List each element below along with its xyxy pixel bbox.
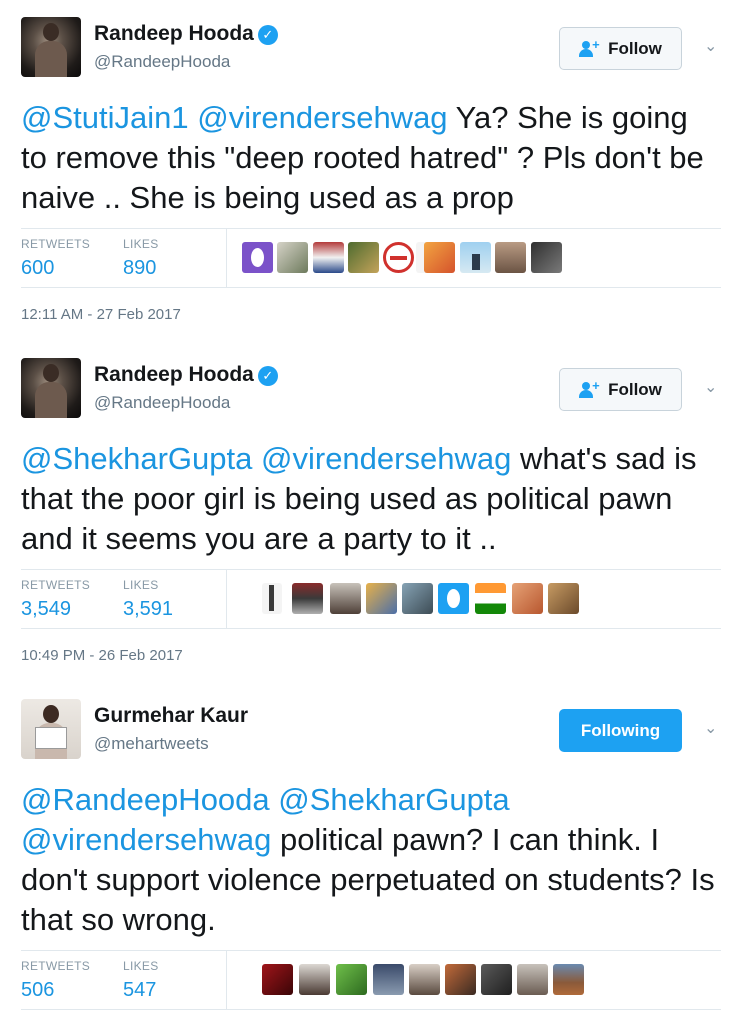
liker-avatar[interactable] [313, 242, 344, 273]
liker-avatar[interactable] [292, 583, 323, 614]
retweets-stat[interactable]: RETWEETS 3,549 [21, 578, 90, 621]
tweet-stats: RETWEETS 600 LIKES 890 [21, 228, 721, 288]
liker-avatar[interactable] [553, 964, 584, 995]
tweet-header: Gurmehar Kaur @mehartweets Following ⌄ [0, 699, 742, 777]
add-person-icon: + [579, 379, 601, 398]
chevron-down-icon[interactable]: ⌄ [704, 380, 720, 396]
liker-avatar[interactable] [424, 242, 455, 273]
retweets-count: 506 [21, 979, 55, 1001]
avatar[interactable] [21, 17, 81, 77]
liker-avatar[interactable] [438, 583, 469, 614]
chevron-down-icon[interactable]: ⌄ [704, 39, 720, 55]
tweet-text: @ShekharGupta @virendersehwag what's sad… [21, 439, 721, 559]
tweet-text: @RandeepHooda @ShekharGupta @virenderseh… [21, 780, 721, 940]
retweets-label: RETWEETS [21, 237, 91, 251]
follow-button[interactable]: + Follow [559, 368, 682, 411]
author-name[interactable]: Gurmehar Kaur [94, 704, 248, 728]
avatar-body-shape [35, 382, 67, 418]
retweets-count: 3,549 [21, 598, 72, 620]
retweets-stat[interactable]: RETWEETS 506 [21, 959, 90, 1002]
stats-divider [226, 951, 227, 1009]
avatar-body-shape [35, 41, 67, 77]
liker-avatar[interactable] [262, 964, 293, 995]
liker-avatar[interactable] [373, 964, 404, 995]
following-button[interactable]: Following [559, 709, 682, 752]
liker-avatar[interactable] [277, 242, 308, 273]
mention-link[interactable]: @ShekharGupta [21, 441, 252, 476]
likes-count: 3,591 [123, 598, 174, 620]
tweet-header: Randeep Hooda ✓ @RandeepHooda + Follow ⌄ [0, 17, 742, 95]
liker-avatar[interactable] [445, 964, 476, 995]
follow-button[interactable]: + Follow [559, 27, 682, 70]
liker-avatar[interactable] [299, 964, 330, 995]
liker-avatar[interactable] [475, 583, 506, 614]
avatar[interactable] [21, 699, 81, 759]
liker-avatar[interactable] [383, 242, 414, 273]
liker-avatar[interactable] [262, 583, 282, 614]
avatar-head-shape [43, 705, 59, 723]
mention-link[interactable]: @ShekharGupta [278, 782, 509, 817]
stats-divider [226, 229, 227, 287]
liker-avatar[interactable] [348, 242, 379, 273]
avatar-head-shape [43, 23, 59, 41]
tweet-timestamp[interactable]: 12:11 AM - 27 Feb 2017 [21, 306, 181, 323]
likes-label: LIKES [123, 237, 159, 251]
retweets-count: 600 [21, 257, 55, 279]
avatar-sign-shape [35, 727, 67, 749]
mention-link[interactable]: @StutiJain1 [21, 100, 189, 135]
verified-badge-icon: ✓ [257, 25, 278, 45]
author-handle[interactable]: @RandeepHooda [94, 52, 230, 72]
likes-stat[interactable]: LIKES 547 [123, 959, 159, 1002]
tweet-timestamp[interactable]: 10:49 PM - 26 Feb 2017 [21, 647, 183, 664]
likes-count: 547 [123, 979, 157, 1001]
author-handle[interactable]: @mehartweets [94, 734, 209, 754]
mention-link[interactable]: @virendersehwag [261, 441, 511, 476]
liker-avatar[interactable] [460, 242, 491, 273]
retweets-stat[interactable]: RETWEETS 600 [21, 237, 90, 280]
liker-avatar[interactable] [495, 242, 526, 273]
tweet-stats: RETWEETS 506 LIKES 547 [21, 950, 721, 1010]
stats-divider [226, 570, 227, 628]
tweet-stats: RETWEETS 3,549 LIKES 3,591 [21, 569, 721, 629]
likes-stat[interactable]: LIKES 890 [123, 237, 159, 280]
liker-avatar[interactable] [330, 583, 361, 614]
tweet-text: @StutiJain1 @virendersehwag Ya? She is g… [21, 98, 721, 218]
retweets-label: RETWEETS [21, 959, 91, 973]
likes-label: LIKES [123, 578, 159, 592]
liker-avatar[interactable] [548, 583, 579, 614]
avatar[interactable] [21, 358, 81, 418]
mention-link[interactable]: @virendersehwag [197, 100, 447, 135]
liker-avatar[interactable] [512, 583, 543, 614]
verified-badge-icon: ✓ [257, 366, 278, 386]
follow-button-label: Follow [608, 38, 662, 58]
chevron-down-icon[interactable]: ⌄ [704, 721, 720, 737]
mention-link[interactable]: @RandeepHooda [21, 782, 270, 817]
liker-avatar[interactable] [517, 964, 548, 995]
add-person-icon: + [579, 38, 601, 57]
author-name[interactable]: Randeep Hooda ✓ [94, 22, 278, 46]
liker-avatar[interactable] [409, 964, 440, 995]
liker-avatar[interactable] [402, 583, 433, 614]
liker-avatar[interactable] [366, 583, 397, 614]
likes-label: LIKES [123, 959, 159, 973]
liker-avatar[interactable] [336, 964, 367, 995]
liker-avatar[interactable] [481, 964, 512, 995]
liker-avatar[interactable] [531, 242, 562, 273]
author-handle[interactable]: @RandeepHooda [94, 393, 230, 413]
liker-avatar[interactable] [242, 242, 273, 273]
retweets-label: RETWEETS [21, 578, 91, 592]
tweet-header: Randeep Hooda ✓ @RandeepHooda + Follow ⌄ [0, 358, 742, 436]
likes-stat[interactable]: LIKES 3,591 [123, 578, 173, 621]
author-name[interactable]: Randeep Hooda ✓ [94, 363, 278, 387]
follow-button-label: Follow [608, 379, 662, 399]
likes-count: 890 [123, 257, 157, 279]
mention-link[interactable]: @virendersehwag [21, 822, 271, 857]
avatar-head-shape [43, 364, 59, 382]
